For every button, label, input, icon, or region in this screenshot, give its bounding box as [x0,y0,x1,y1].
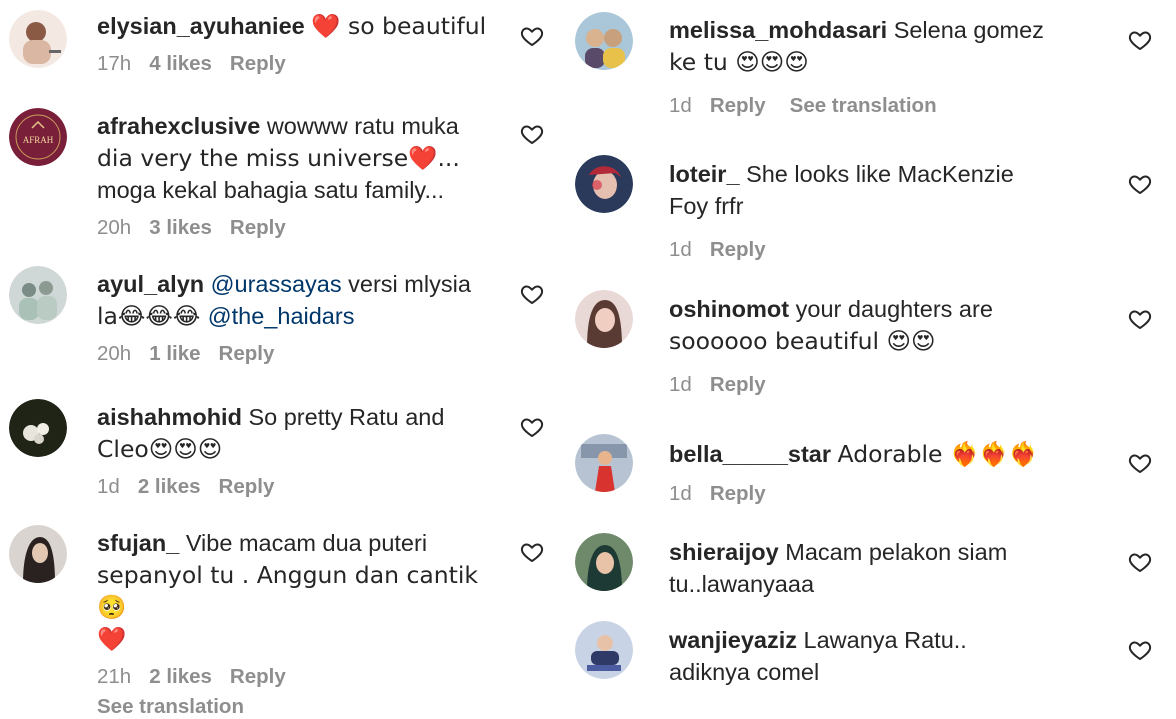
avatar[interactable] [575,290,633,348]
comment-text: wowww ratu muka [266,113,459,139]
mention-link[interactable]: @urassayas [211,271,342,297]
reply-button[interactable]: Reply [230,216,286,239]
comment-username[interactable]: aishahmohid [97,404,242,430]
comment-username[interactable]: bella_____star [669,441,831,467]
comment-username[interactable]: oshinomot [669,296,789,322]
see-translation-button[interactable]: See translation [97,695,512,719]
comment-text: moga kekal bahagia satu family... [97,177,445,203]
comment-text: ke tu 😍😍😍 [669,48,809,76]
comment-meta: 20h 1 like Reply [97,342,512,366]
comment-text: sepanyol tu . Anggun dan cantik 🥺 [97,561,479,621]
comment-likes[interactable]: 2 likes [138,475,201,498]
reply-button[interactable]: Reply [219,342,275,365]
heart-outline-icon[interactable] [1128,550,1152,574]
comment-username[interactable]: wanjieyaziz [669,627,797,653]
avatar[interactable] [575,12,633,70]
comment-likes[interactable]: 3 likes [149,216,212,239]
avatar[interactable] [9,266,67,324]
avatar[interactable] [9,399,67,457]
comment-text: Selena gomez [893,17,1044,43]
avatar[interactable] [575,533,633,591]
comment-text: Macam pelakon siam [785,539,1008,565]
comment-time: 1d [669,94,692,117]
comment-text: la😂😂😂 [97,302,208,330]
reply-button[interactable]: Reply [710,94,766,117]
reply-button[interactable]: Reply [710,482,766,505]
comment-likes[interactable]: 2 likes [149,665,212,688]
comment-time: 21h [97,665,132,688]
comment-text: tu..lawanyaaa [669,571,815,597]
comment-username[interactable]: shieraijoy [669,539,779,565]
avatar[interactable] [575,155,633,213]
avatar[interactable] [9,10,67,68]
comment-time: 1d [669,373,692,396]
avatar[interactable] [9,525,67,583]
comment-text: Lawanya Ratu.. [803,627,967,653]
comment-time: 1d [669,238,692,261]
reply-button[interactable]: Reply [230,665,286,688]
mention-link[interactable]: @the_haidars [208,303,355,329]
comment-text: versi mlysia [341,271,471,297]
comment-meta: 1d Reply [669,482,1129,506]
comment-username[interactable]: elysian_ayuhaniee [97,13,305,39]
heart-outline-icon[interactable] [1128,28,1152,52]
comment-meta: 1d 2 likes Reply [97,475,512,499]
comment-text: So pretty Ratu and [248,404,445,430]
comment-meta: 21h 2 likes Reply [97,665,512,689]
avatar-logo-text: AFRAH [23,135,54,145]
comment-likes[interactable]: 4 likes [149,52,212,75]
comment-text: Foy frfr [669,193,744,219]
avatar[interactable] [575,434,633,492]
comment-text: dia very the miss universe❤️... [97,144,460,172]
heart-outline-icon[interactable] [1128,451,1152,475]
reply-button[interactable]: Reply [710,238,766,261]
heart-outline-icon[interactable] [520,282,544,306]
comment-text: Cleo😍😍😍 [97,435,223,463]
comment-username[interactable]: loteir_ [669,161,740,187]
comment-username[interactable]: afrahexclusive [97,113,260,139]
comment-meta: 20h 3 likes Reply [97,216,512,240]
avatar[interactable] [575,621,633,679]
comment-username[interactable]: ayul_alyn [97,271,204,297]
avatar[interactable]: AFRAH [9,108,67,166]
comment-meta: 1d Reply [669,238,1129,262]
comment-text: Adorable ❤️‍🔥❤️‍🔥❤️‍🔥 [837,440,1038,468]
heart-outline-icon[interactable] [520,122,544,146]
comment-time: 1d [669,482,692,505]
comment-text: Vibe macam dua puteri [185,530,428,556]
comment-text: ❤️ [97,625,127,653]
heart-outline-icon[interactable] [520,415,544,439]
comment-text: She looks like MacKenzie [746,161,1014,187]
comment-meta: 1d Reply [669,373,1129,397]
heart-outline-icon[interactable] [520,540,544,564]
reply-button[interactable]: Reply [230,52,286,75]
reply-button[interactable]: Reply [219,475,275,498]
comment-time: 20h [97,342,132,365]
heart-outline-icon[interactable] [1128,307,1152,331]
comment-username[interactable]: sfujan_ [97,530,179,556]
comment-text: adiknya comel [669,659,820,685]
see-translation-button[interactable]: See translation [790,94,937,117]
comment-time: 1d [97,475,120,498]
comment-meta: 1d Reply See translation [669,94,1129,118]
comment-text: soooooo beautiful 😍😍 [669,327,936,355]
comment-time: 20h [97,216,132,239]
heart-outline-icon[interactable] [520,24,544,48]
heart-outline-icon[interactable] [1128,638,1152,662]
comment-likes[interactable]: 1 like [149,342,200,365]
heart-outline-icon[interactable] [1128,172,1152,196]
comment-time: 17h [97,52,132,75]
comment-username[interactable]: melissa_mohdasari [669,17,887,43]
comment-text: ❤️ so beautiful [311,12,487,40]
comment-text: your daughters are [795,296,993,322]
comment-meta: 17h 4 likes Reply [97,52,512,76]
reply-button[interactable]: Reply [710,373,766,396]
